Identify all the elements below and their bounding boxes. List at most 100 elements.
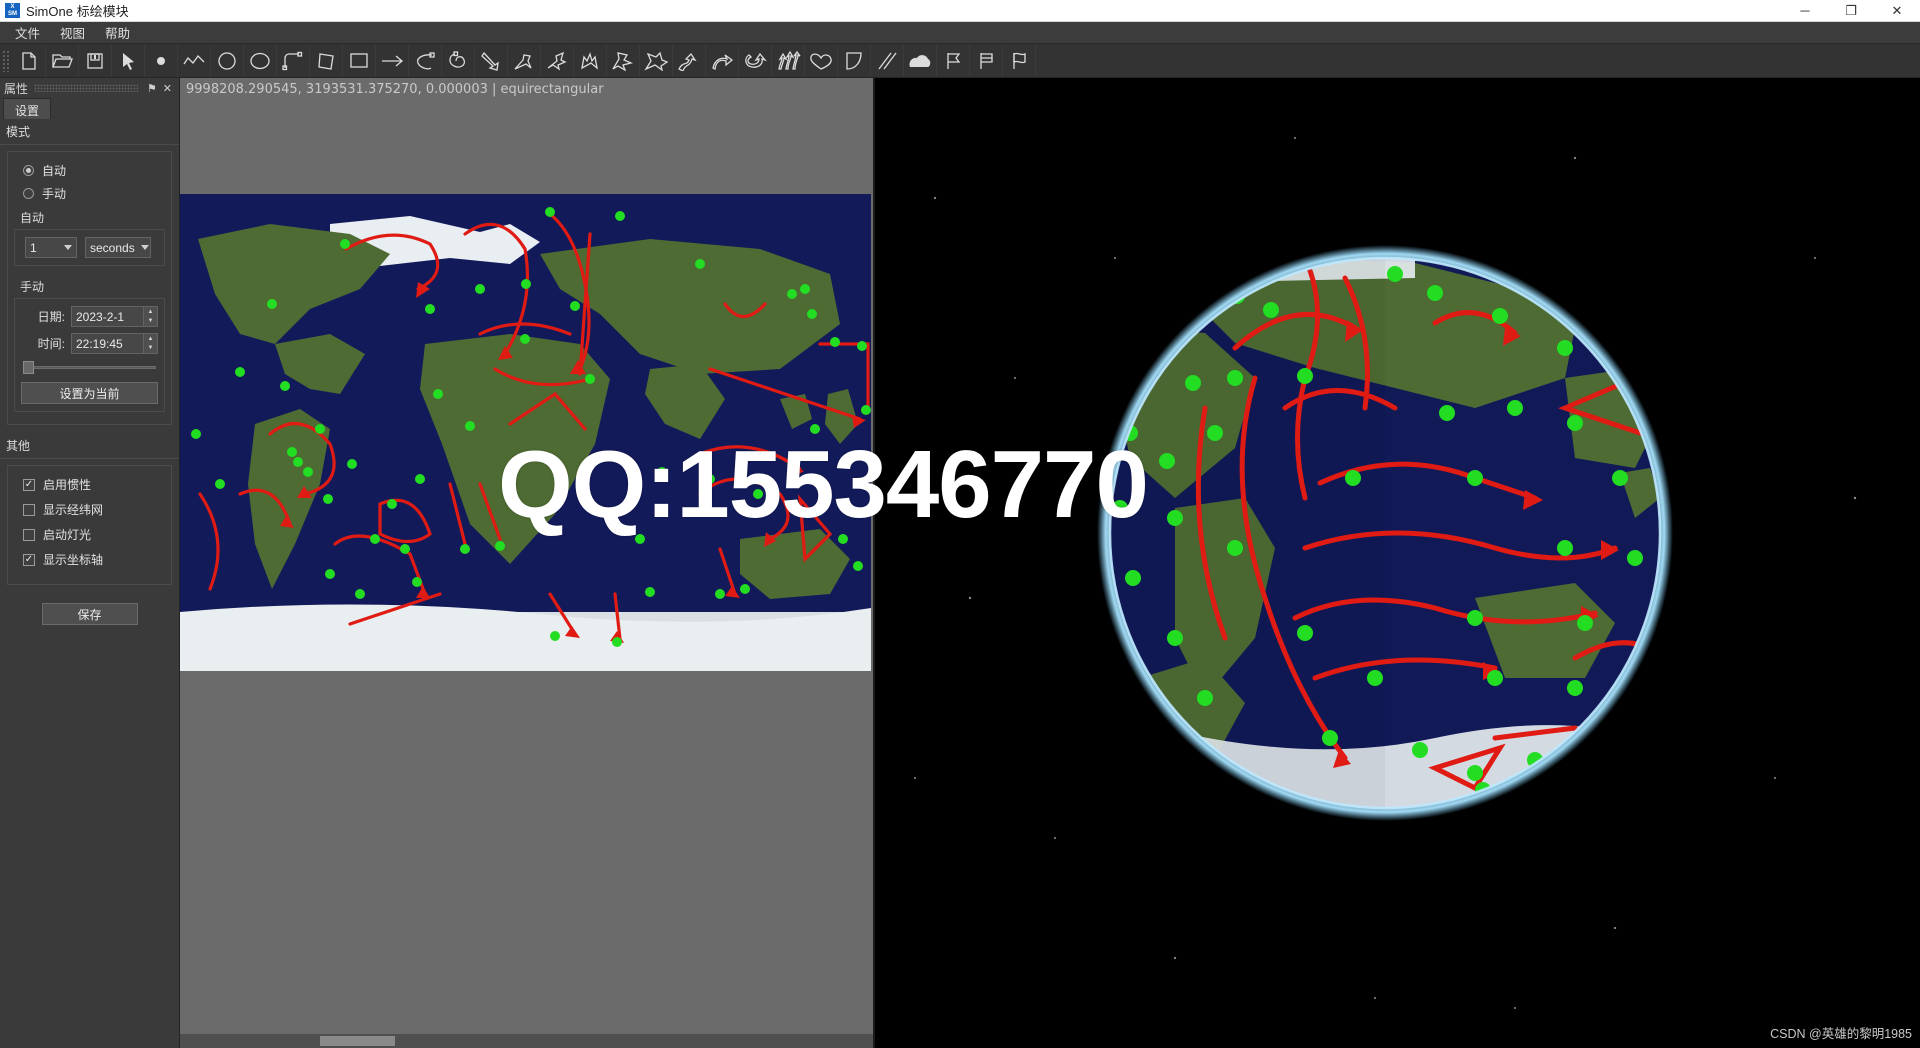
close-icon[interactable]: ✕ bbox=[160, 82, 175, 95]
menu-help[interactable]: 帮助 bbox=[96, 21, 139, 44]
checkbox-lighting-box bbox=[23, 528, 35, 541]
cursor-select-icon[interactable] bbox=[112, 44, 145, 77]
time-slider-handle[interactable] bbox=[23, 361, 34, 374]
mode-separator bbox=[0, 144, 179, 145]
other-group-label: 其他 bbox=[6, 439, 31, 453]
open-folder-icon[interactable] bbox=[46, 44, 79, 77]
date-value: 2023-2-1 bbox=[76, 309, 125, 324]
viewport-container: 9998208.290545, 3193531.375270, 0.000003… bbox=[180, 78, 1920, 1048]
mode-group-label: 模式 bbox=[6, 125, 31, 139]
hook-arrow-icon[interactable] bbox=[442, 44, 475, 77]
world-map-2d[interactable] bbox=[180, 194, 871, 671]
circle-icon[interactable] bbox=[211, 44, 244, 77]
globe-3d-render[interactable] bbox=[875, 78, 1920, 1048]
time-slider[interactable] bbox=[23, 360, 156, 374]
new-file-icon[interactable] bbox=[13, 44, 46, 77]
wave-arrow-icon[interactable] bbox=[673, 44, 706, 77]
radio-auto[interactable]: 自动 bbox=[14, 159, 165, 182]
polyline-icon[interactable] bbox=[178, 44, 211, 77]
panel-drag-handle[interactable] bbox=[34, 84, 138, 92]
map-2d-horizontal-scrollbar[interactable] bbox=[180, 1034, 873, 1048]
flag-1-icon[interactable] bbox=[937, 44, 970, 77]
multi-arrow-icon[interactable] bbox=[772, 44, 805, 77]
radio-auto-label: 自动 bbox=[42, 164, 67, 178]
checkbox-axes[interactable]: ✓ 显示坐标轴 bbox=[14, 547, 165, 572]
menu-bar: 文件 视图 帮助 bbox=[0, 22, 1920, 44]
main-toolbar bbox=[0, 44, 1920, 78]
date-row: 日期: 2023-2-1 ▲ ▼ bbox=[21, 306, 158, 327]
auto-group-box: 1 seconds bbox=[14, 229, 165, 266]
manual-group-box: 日期: 2023-2-1 ▲ ▼ 时间: 22:19:45 ▲ ▼ 设置为当前 bbox=[14, 298, 165, 412]
manual-sub-label: 手动 bbox=[20, 280, 45, 294]
other-group-box: ✓ 启用惯性 显示经纬网 启动灯光 ✓ 显示坐标轴 bbox=[7, 465, 172, 585]
date-field[interactable]: 2023-2-1 ▲ ▼ bbox=[71, 306, 158, 327]
map-2d-scroll-thumb[interactable] bbox=[320, 1036, 395, 1046]
application-window: X SM SimOne 标绘模块 ─ ❐ ✕ 文件 视图 帮助 属性 ⚑ ✕ 设… bbox=[0, 0, 1920, 1048]
tab-settings[interactable]: 设置 bbox=[3, 98, 52, 119]
window-controls: ─ ❐ ✕ bbox=[1782, 0, 1920, 21]
checkbox-graticule[interactable]: 显示经纬网 bbox=[14, 497, 165, 522]
radio-auto-indicator bbox=[23, 165, 34, 176]
heart-shape-icon[interactable] bbox=[805, 44, 838, 77]
globe-viewport-3d[interactable]: No data | WGS 84 bbox=[875, 78, 1920, 1048]
point-icon[interactable] bbox=[145, 44, 178, 77]
maximize-button[interactable]: ❐ bbox=[1828, 0, 1874, 21]
time-field[interactable]: 22:19:45 ▲ ▼ bbox=[71, 333, 158, 354]
time-slider-track bbox=[23, 366, 156, 369]
interval-value-text: 1 bbox=[30, 240, 37, 255]
toolbar-grip[interactable] bbox=[2, 49, 11, 72]
hook-curve-arrow-icon[interactable] bbox=[739, 44, 772, 77]
ellipse-icon[interactable] bbox=[244, 44, 277, 77]
radio-manual-indicator bbox=[23, 188, 34, 199]
date-stepper[interactable]: ▲ ▼ bbox=[143, 307, 157, 326]
property-panel-title: 属性 bbox=[4, 81, 29, 96]
close-button[interactable]: ✕ bbox=[1874, 0, 1920, 21]
checkbox-lighting-label: 启动灯光 bbox=[43, 528, 92, 542]
checkbox-axes-box: ✓ bbox=[23, 553, 35, 566]
checkbox-graticule-box bbox=[23, 503, 35, 516]
flag-2-icon[interactable] bbox=[970, 44, 1003, 77]
time-label: 时间: bbox=[37, 337, 65, 351]
arc-curve-icon[interactable] bbox=[277, 44, 310, 77]
menu-view[interactable]: 视图 bbox=[51, 21, 94, 44]
thin-attack-arrow-icon[interactable] bbox=[475, 44, 508, 77]
rectangle-icon[interactable] bbox=[343, 44, 376, 77]
checkbox-inertia[interactable]: ✓ 启用惯性 bbox=[14, 472, 165, 497]
app-logo-icon: X SM bbox=[5, 3, 20, 18]
radio-manual-label: 手动 bbox=[42, 187, 67, 201]
curve-arrow-icon[interactable] bbox=[706, 44, 739, 77]
property-panel: 属性 ⚑ ✕ 设置 模式 自动 手动 自动 1 seconds 手动 日期: 2… bbox=[0, 78, 180, 1048]
swallowtail-arrow-icon[interactable] bbox=[541, 44, 574, 77]
straight-arrow-icon[interactable] bbox=[376, 44, 409, 77]
date-label: 日期: bbox=[37, 310, 65, 324]
time-value: 22:19:45 bbox=[76, 336, 123, 351]
minimize-button[interactable]: ─ bbox=[1782, 0, 1828, 21]
set-current-button[interactable]: 设置为当前 bbox=[21, 382, 158, 404]
checkbox-lighting[interactable]: 启动灯光 bbox=[14, 522, 165, 547]
pin-icon[interactable]: ⚑ bbox=[144, 82, 160, 95]
diagonal-arrow-icon[interactable] bbox=[508, 44, 541, 77]
curved-tail-icon[interactable] bbox=[409, 44, 442, 77]
double-arrow-icon[interactable] bbox=[574, 44, 607, 77]
polygon-icon[interactable] bbox=[310, 44, 343, 77]
flag-3-icon[interactable] bbox=[1003, 44, 1036, 77]
interval-value-combo[interactable]: 1 bbox=[25, 237, 77, 258]
map-viewport-2d[interactable]: 9998208.290545, 3193531.375270, 0.000003… bbox=[180, 78, 875, 1048]
chevron-down-icon bbox=[140, 245, 149, 250]
title-bar: X SM SimOne 标绘模块 ─ ❐ ✕ bbox=[0, 0, 1920, 22]
property-panel-body: 模式 自动 手动 自动 1 seconds 手动 日期: 2023-2-1 ▲ … bbox=[0, 119, 179, 1048]
broad-arrow-icon[interactable] bbox=[607, 44, 640, 77]
save-disk-icon[interactable] bbox=[79, 44, 112, 77]
double-line-icon[interactable] bbox=[871, 44, 904, 77]
interval-unit-combo[interactable]: seconds bbox=[85, 237, 151, 258]
map-2d-status-bar: 9998208.290545, 3193531.375270, 0.000003… bbox=[180, 78, 873, 100]
sector-icon[interactable] bbox=[838, 44, 871, 77]
save-button[interactable]: 保存 bbox=[41, 603, 138, 625]
radio-manual[interactable]: 手动 bbox=[14, 182, 165, 205]
checkbox-inertia-box: ✓ bbox=[23, 478, 35, 491]
app-logo-top: X bbox=[10, 3, 15, 10]
assault-arrow-icon[interactable] bbox=[640, 44, 673, 77]
cloud-shape-icon[interactable] bbox=[904, 44, 937, 77]
menu-file[interactable]: 文件 bbox=[6, 21, 49, 44]
time-stepper[interactable]: ▲ ▼ bbox=[143, 334, 157, 353]
